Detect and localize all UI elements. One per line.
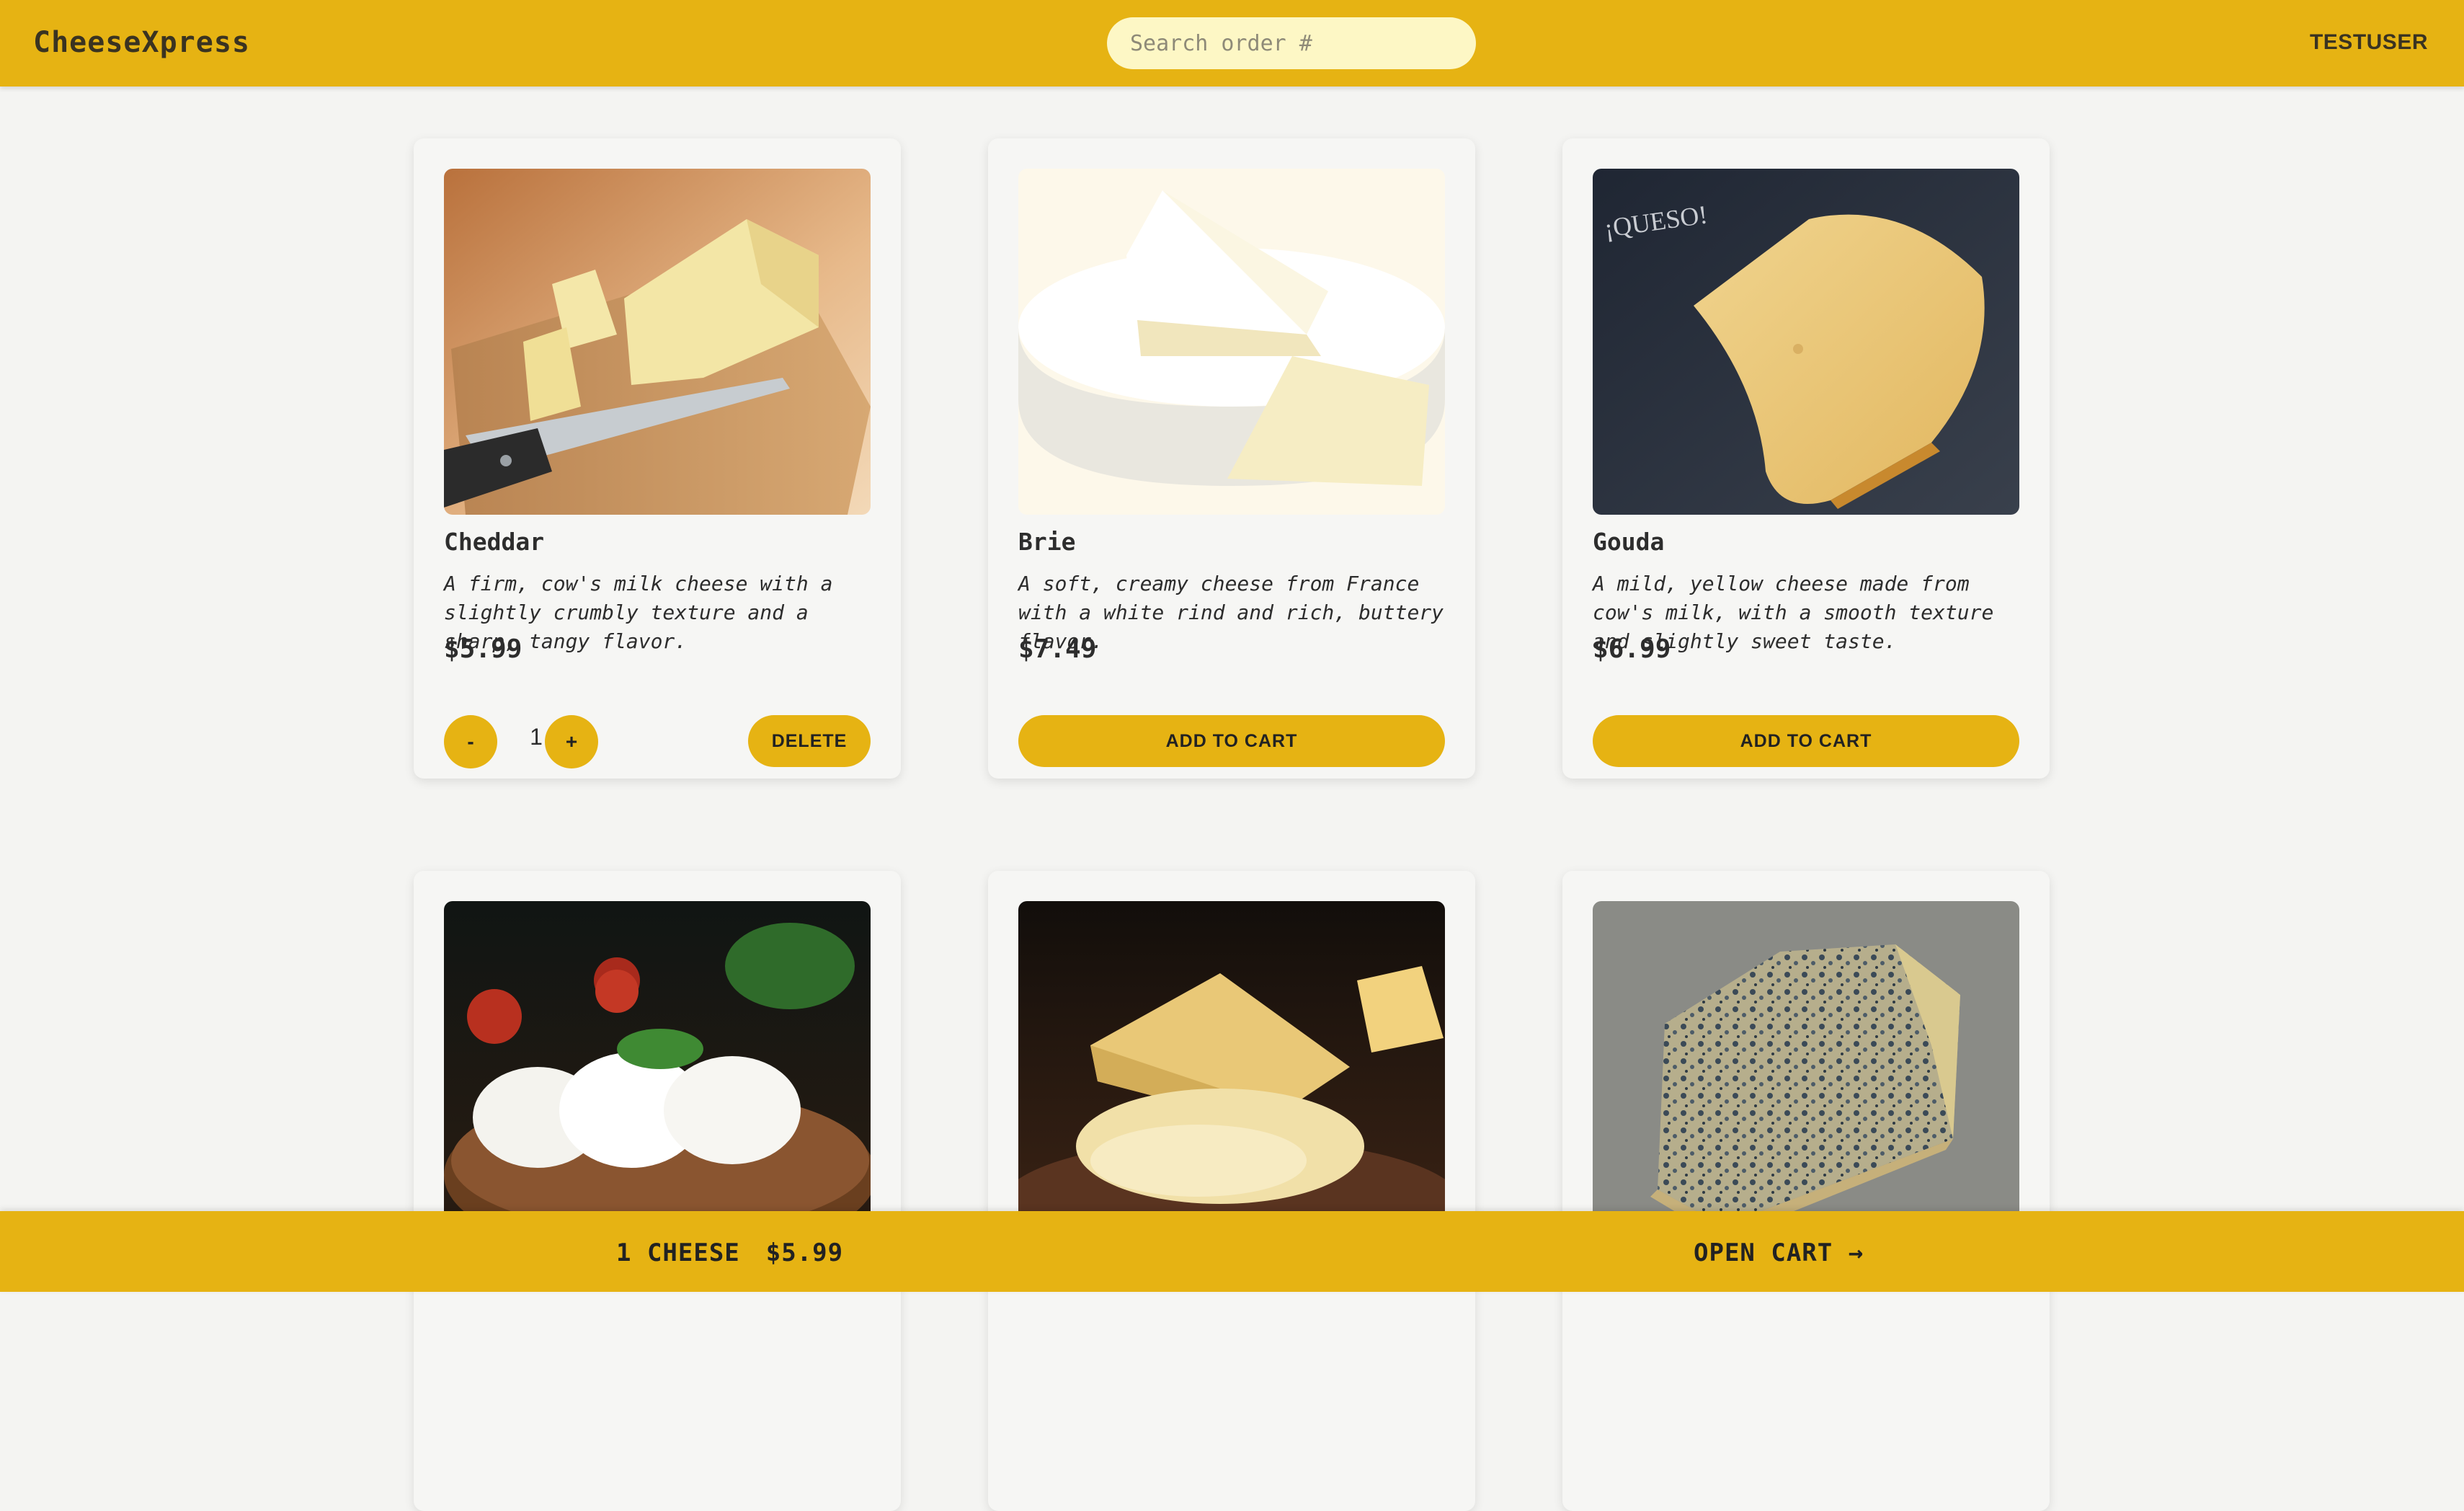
cheddar-image [444, 169, 871, 515]
product-price: $6.99 [1593, 634, 1671, 664]
increase-quantity-button[interactable]: + [545, 715, 598, 768]
product-name: Gouda [1593, 528, 1665, 556]
cart-summary-bar: 1 CHEESE $5.99 OPEN CART → [0, 1211, 2464, 1292]
parmesan-image [1018, 901, 1445, 1247]
gouda-image: ¡QUESO! [1593, 169, 2019, 515]
decrease-quantity-button[interactable]: - [444, 715, 497, 768]
product-card-cheddar: Cheddar A firm, cow's milk cheese with a… [414, 138, 901, 779]
product-card-parmesan [988, 871, 1475, 1511]
blue-cheese-image [1593, 901, 2019, 1247]
add-to-cart-button[interactable]: ADD TO CART [1593, 715, 2019, 767]
open-cart-button[interactable]: OPEN CART → [1694, 1239, 1864, 1267]
cart-summary: 1 CHEESE $5.99 [616, 1239, 869, 1267]
order-search-input[interactable] [1107, 17, 1476, 69]
delete-button[interactable]: DELETE [748, 715, 871, 767]
product-card-brie: Brie A soft, creamy cheese from France w… [988, 138, 1475, 779]
mozzarella-image [444, 901, 871, 1247]
product-price: $7.49 [1018, 634, 1097, 664]
product-card-gouda: ¡QUESO! Gouda A mild, yellow cheese made… [1562, 138, 2050, 779]
brand-logo[interactable]: CheeseXpress [33, 26, 250, 59]
brie-image [1018, 169, 1445, 515]
product-name: Cheddar [444, 528, 545, 556]
user-menu[interactable]: TESTUSER [2310, 30, 2428, 55]
cart-item-count: 1 CHEESE [616, 1239, 740, 1267]
product-card-blue-cheese [1562, 871, 2050, 1511]
product-price: $5.99 [444, 634, 522, 664]
product-name: Brie [1018, 528, 1076, 556]
cart-total: $5.99 [765, 1239, 844, 1267]
product-card-mozzarella [414, 871, 901, 1511]
add-to-cart-button[interactable]: ADD TO CART [1018, 715, 1445, 767]
top-bar: CheeseXpress TESTUSER [0, 0, 2464, 87]
